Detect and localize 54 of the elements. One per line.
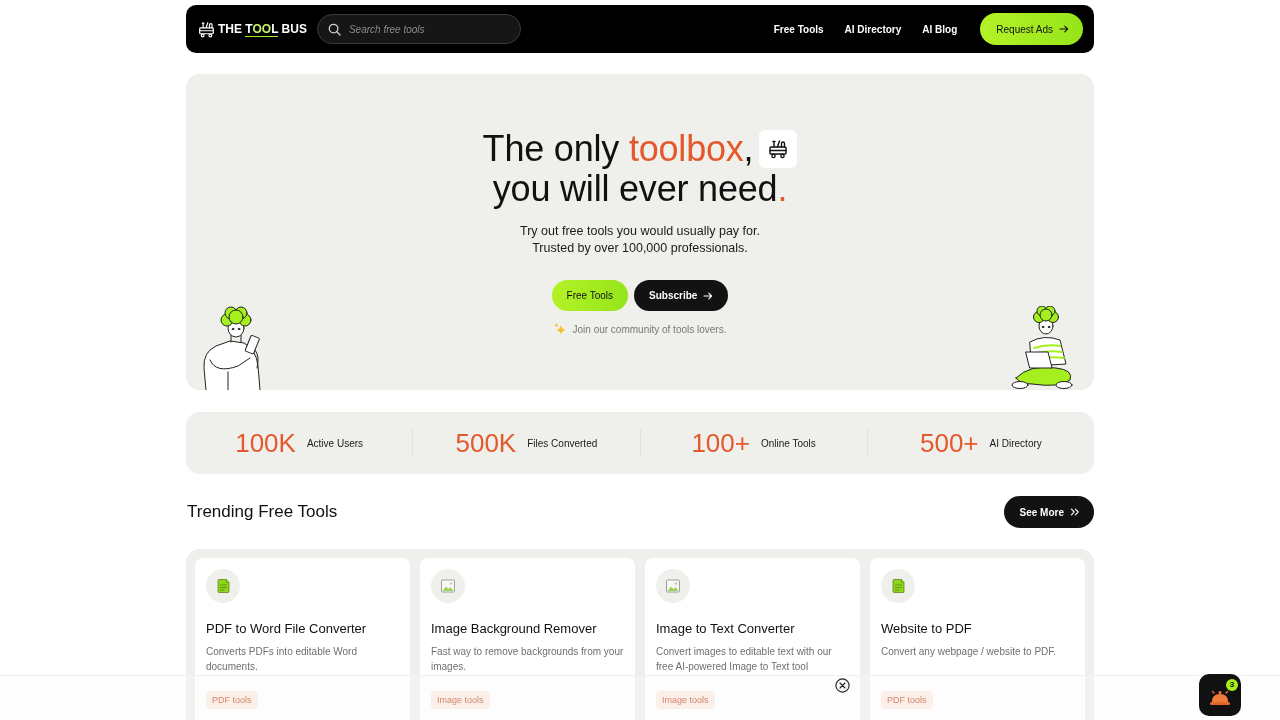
request-ads-button[interactable]: Request Ads <box>980 13 1083 45</box>
tool-tag: Image tools <box>656 691 715 709</box>
tool-title: Website to PDF <box>881 621 972 637</box>
tool-card[interactable]: PDF to Word File Converter Converts PDFs into editable Word documents. PDF tools <box>195 558 410 720</box>
section-title: Trending Free Tools <box>186 502 338 522</box>
sparkle-icon <box>553 323 566 335</box>
arrow-right-icon <box>703 291 714 300</box>
hero-headline: you will ever need. <box>492 169 788 209</box>
nav-link[interactable]: AI Blog <box>922 23 958 35</box>
tool-card[interactable]: Image Background Remover Fast way to remove backgrounds from your images. Image tools <box>420 558 635 720</box>
tool-description: Convert images to editable text with our free AI-powered Image to Text tool <box>656 645 833 674</box>
tool-card[interactable]: Image to Text Converter Convert images to editable text with our free AI-powered Image to Text tool Image tools <box>645 558 860 720</box>
tool-card[interactable]: Website to PDF Convert any webpage / website to PDF. PDF tools <box>870 558 1085 720</box>
notification-badge: 3 <box>1226 679 1238 691</box>
stat-label: AI Directory <box>989 437 1042 449</box>
tool-cart-icon <box>759 130 798 168</box>
stat-label: Online Tools <box>761 437 816 449</box>
stat-value: 500K <box>455 428 517 458</box>
tool-description: Fast way to remove backgrounds from your images. <box>431 645 624 674</box>
tool-title: PDF to Word File Converter <box>206 621 367 637</box>
image-icon <box>431 569 465 603</box>
close-icon[interactable] <box>835 678 850 693</box>
bell-icon <box>1209 690 1231 706</box>
free-tools-button[interactable]: Free Tools <box>551 280 629 311</box>
hero-subtitle: Try out free tools you would usually pay for. Trusted by over 100,000 professionals. <box>520 223 760 257</box>
subscribe-button[interactable]: Subscribe <box>634 280 729 311</box>
tool-cart-icon[interactable] <box>198 20 215 38</box>
hero-headline: The only toolbox, <box>482 129 754 169</box>
logo-text[interactable]: THE TOOL BUS <box>218 22 307 36</box>
tool-title: Image Background Remover <box>431 621 597 637</box>
stat-value: 100K <box>235 428 296 458</box>
tool-tag: PDF tools <box>206 691 258 709</box>
stat-label: Active Users <box>306 437 364 449</box>
nav-link[interactable]: Free Tools <box>773 23 824 35</box>
tool-tag: PDF tools <box>881 691 933 709</box>
stat-value: 100+ <box>691 428 750 458</box>
arrow-right-icon <box>1059 25 1069 33</box>
notification-button[interactable]: 3 <box>1199 674 1241 716</box>
stat-value: 500+ <box>919 428 979 458</box>
search-icon <box>327 22 341 36</box>
tool-title: Image to Text Converter <box>656 621 795 637</box>
see-more-button[interactable]: See More <box>1003 496 1094 528</box>
tool-tag: Image tools <box>431 691 490 709</box>
image-icon <box>656 569 690 603</box>
double-chevron-icon <box>1070 508 1080 516</box>
tool-description: Converts PDFs into editable Word documents. <box>206 645 358 674</box>
community-text: Join our community of tools lovers. <box>572 323 727 335</box>
search-input[interactable]: Search free tools <box>348 23 499 35</box>
nav-link[interactable]: AI Directory <box>844 23 902 35</box>
document-icon <box>881 569 915 603</box>
search-field[interactable]: Search free tools <box>316 14 521 44</box>
tool-description: Convert any webpage / website to PDF. <box>881 645 1057 659</box>
document-icon <box>206 569 240 603</box>
stat-label: Files Converted <box>527 437 598 449</box>
